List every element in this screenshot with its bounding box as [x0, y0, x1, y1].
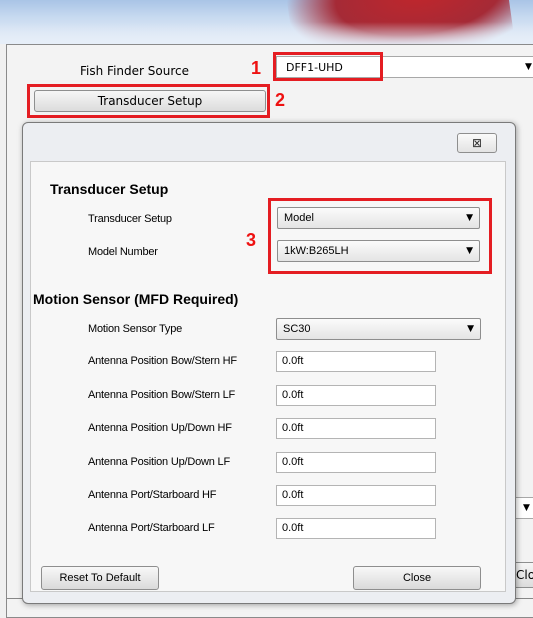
dropdown-arrow-icon: ▼	[523, 503, 530, 513]
close-button[interactable]: Close	[353, 566, 481, 590]
reset-to-default-button[interactable]: Reset To Default	[41, 566, 159, 590]
annotation-marker-1: 1	[251, 58, 262, 78]
transducer-setup-label: Transducer Setup	[88, 213, 172, 225]
antenna-bow-stern-hf-label: Antenna Position Bow/Stern HF	[88, 355, 237, 367]
antenna-port-starboard-lf-input[interactable]: 0.0ft	[276, 518, 436, 539]
antenna-bow-stern-lf-label: Antenna Position Bow/Stern LF	[88, 389, 236, 401]
annotation-marker-3: 3	[246, 230, 257, 250]
motion-sensor-type-select[interactable]: SC30 ▼	[276, 318, 481, 340]
antenna-up-down-lf-input[interactable]: 0.0ft	[276, 452, 436, 473]
antenna-bow-stern-hf-input[interactable]: 0.0ft	[276, 351, 436, 372]
motion-sensor-type-label: Motion Sensor Type	[88, 323, 183, 335]
antenna-port-starboard-hf-label: Antenna Port/Starboard HF	[88, 489, 217, 501]
antenna-up-down-hf-label: Antenna Position Up/Down HF	[88, 422, 232, 434]
motion-section-title: Motion Sensor (MFD Required)	[33, 291, 239, 307]
window-banner	[0, 0, 533, 44]
antenna-port-starboard-hf-input[interactable]: 0.0ft	[276, 485, 436, 506]
dropdown-arrow-icon: ▼	[467, 324, 474, 334]
dropdown-arrow-icon: ▼	[525, 62, 532, 72]
transducer-section-title: Transducer Setup	[50, 181, 169, 197]
background-dropdown[interactable]: ▼	[515, 497, 533, 519]
antenna-port-starboard-lf-label: Antenna Port/Starboard LF	[88, 522, 215, 534]
annotation-highlight-2	[27, 84, 270, 118]
model-number-label: Model Number	[88, 246, 158, 258]
antenna-up-down-lf-label: Antenna Position Up/Down LF	[88, 456, 230, 468]
annotation-highlight-1	[273, 52, 383, 81]
dialog-close-icon[interactable]: ⊠	[457, 133, 497, 153]
antenna-up-down-hf-input[interactable]: 0.0ft	[276, 418, 436, 439]
annotation-highlight-3	[268, 198, 492, 274]
fish-finder-source-label: Fish Finder Source	[80, 64, 189, 78]
antenna-bow-stern-lf-input[interactable]: 0.0ft	[276, 385, 436, 406]
annotation-marker-2: 2	[275, 90, 286, 110]
